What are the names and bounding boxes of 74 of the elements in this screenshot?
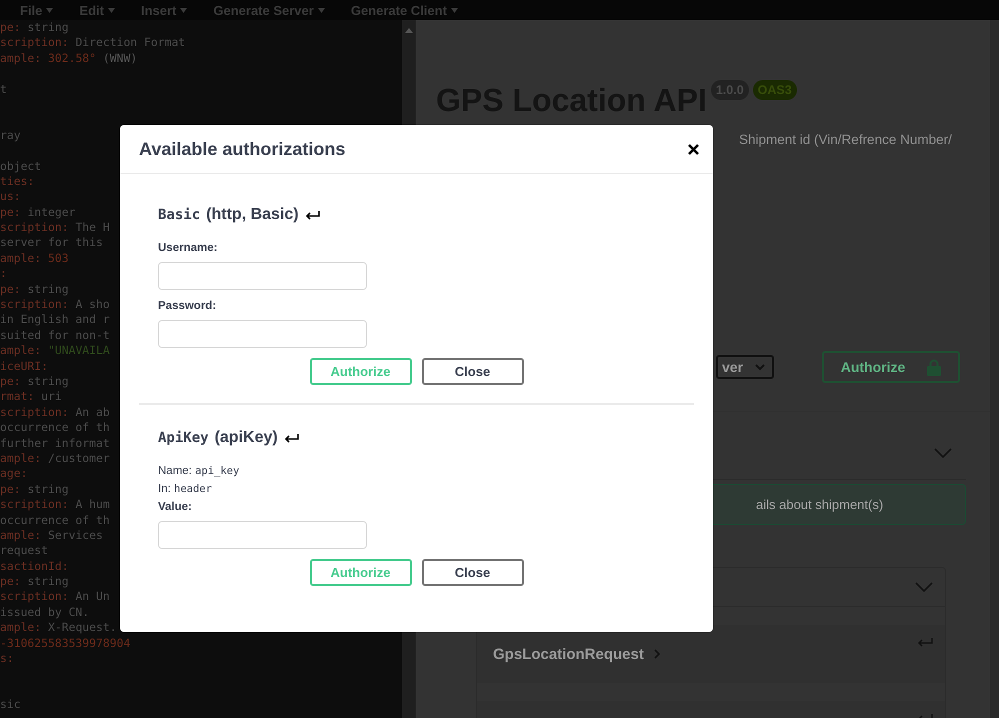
- yaml-value: A sho: [75, 297, 110, 312]
- yaml-key: age:: [0, 466, 28, 480]
- operation-summary: ails about shipment(s): [756, 497, 884, 512]
- field-label: Username:: [158, 242, 218, 254]
- yaml-value: An ab: [75, 404, 110, 419]
- yaml-value: suited for non-t: [0, 328, 110, 342]
- yaml-key: pe:: [0, 574, 21, 588]
- yaml-key: sactionId:: [0, 558, 69, 573]
- yaml-value: Direction Format: [75, 35, 186, 50]
- yaml-value: server for this: [0, 235, 103, 250]
- yaml-value: string: [27, 20, 69, 34]
- yaml-key: scription:: [0, 297, 69, 312]
- yaml-key: us:: [0, 189, 21, 204]
- yaml-value: occurrence of th: [0, 420, 110, 434]
- detail-value: api_key: [195, 465, 240, 477]
- yaml-key: s:: [0, 651, 14, 666]
- yaml-value: 302.58°: [48, 50, 96, 65]
- scheme-type: (http, Basic): [206, 206, 299, 224]
- yaml-value: uri: [41, 389, 62, 404]
- yaml-key: pe:: [0, 204, 21, 219]
- yaml-value: integer: [27, 204, 76, 219]
- dialog-title: Available authorizations: [139, 138, 346, 160]
- scheme-name: Basic: [158, 207, 200, 223]
- yaml-value: issued by CN.: [0, 604, 90, 619]
- yaml-value: Services: [48, 528, 103, 542]
- field-label: Password:: [158, 300, 218, 312]
- yaml-value: An Un: [75, 589, 110, 604]
- yaml-value: The H: [75, 220, 110, 234]
- scheme-type: (apiKey): [214, 429, 278, 447]
- yaml-key: ample:: [0, 620, 42, 634]
- yaml-value: A hum: [75, 497, 110, 512]
- yaml-value: t: [0, 82, 7, 96]
- scheme-name: ApiKey: [158, 430, 209, 446]
- yaml-key: ample:: [0, 343, 42, 358]
- yaml-value: -310625583539978904: [0, 636, 130, 650]
- yaml-key: scription:: [0, 220, 69, 234]
- yaml-value: (WNW): [102, 50, 138, 65]
- yaml-key: pe:: [0, 374, 21, 388]
- yaml-value: string: [27, 482, 69, 496]
- yaml-value: string: [27, 574, 69, 588]
- yaml-key: ample:: [0, 50, 42, 65]
- yaml-value: ray: [0, 128, 21, 142]
- yaml-value: /customer: [48, 450, 110, 465]
- yaml-key: rmat:: [0, 389, 34, 404]
- yaml-key: scription:: [0, 35, 69, 50]
- yaml-key: ample:: [0, 528, 42, 542]
- yaml-key: pe:: [0, 482, 21, 496]
- yaml-value: further informat: [0, 436, 110, 450]
- yaml-key: ties:: [0, 174, 34, 188]
- model-name: GpsLocationRequest: [493, 646, 644, 662]
- yaml-key: ample:: [0, 450, 42, 465]
- yaml-value: X-Request.: [48, 620, 117, 634]
- api-description: Shipment id (Vin/Refrence Number/: [739, 132, 953, 147]
- yaml-key: :: [0, 266, 7, 280]
- detail-label: In:: [158, 483, 171, 495]
- yaml-value: sic: [0, 697, 21, 712]
- yaml-key: scription:: [0, 589, 69, 604]
- yaml-value: 503: [48, 250, 69, 265]
- yaml-value: request: [0, 543, 48, 558]
- yaml-key: iceURI:: [0, 358, 48, 373]
- yaml-key: pe:: [0, 20, 21, 34]
- detail-label: Name:: [158, 465, 192, 477]
- yaml-value: "UNAVAILA: [48, 343, 110, 358]
- yaml-key: scription:: [0, 497, 69, 512]
- yaml-key: scription:: [0, 404, 69, 419]
- yaml-value: object: [0, 158, 42, 173]
- yaml-value: occurrence of th: [0, 512, 110, 526]
- yaml-key: ample:: [0, 250, 42, 265]
- detail-value: header: [174, 483, 212, 495]
- yaml-value: string: [27, 374, 69, 388]
- field-label: Value:: [158, 501, 193, 513]
- yaml-value: string: [27, 282, 69, 296]
- yaml-key: pe:: [0, 282, 21, 296]
- yaml-value: in English and r: [0, 312, 110, 326]
